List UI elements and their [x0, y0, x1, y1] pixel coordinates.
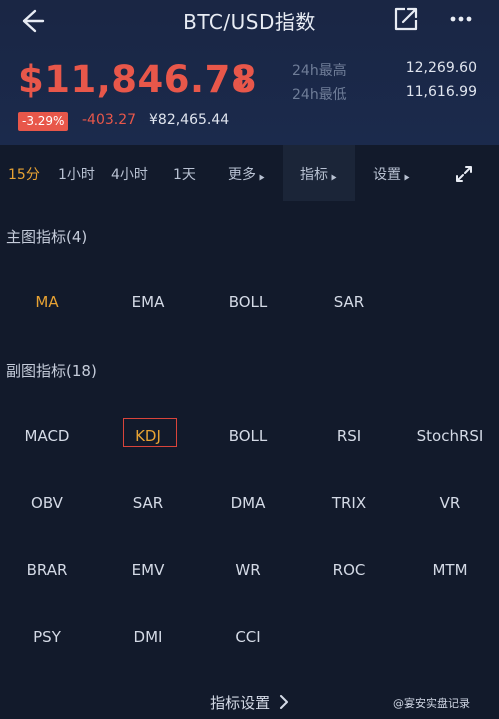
sub-indicators-title: 副图指标(18)	[6, 362, 97, 380]
page-title: BTC/USD指数	[183, 10, 316, 34]
indicator-boll-sub[interactable]: BOLL	[198, 427, 298, 445]
indicator-sar[interactable]: SAR	[299, 293, 399, 311]
price-value: $11,846.78	[18, 58, 258, 101]
chart-toolbar: 15分 1小时 4小时 1天 更多 指标 设置	[0, 145, 499, 201]
indicator-ma[interactable]: MA	[0, 293, 97, 311]
change-percent-badge: -3.29%	[18, 112, 69, 131]
down-arrow-icon	[234, 70, 248, 91]
indicator-sar-sub[interactable]: SAR	[98, 494, 198, 512]
nav-bar: BTC/USD指数	[0, 0, 499, 40]
more-dots-icon[interactable]	[446, 4, 476, 34]
tab-indicators-label: 指标	[300, 167, 328, 183]
indicator-obv[interactable]: OBV	[0, 494, 97, 512]
indicator-mtm[interactable]: MTM	[400, 561, 499, 579]
tab-indicators[interactable]: 指标	[300, 164, 337, 184]
change-amount: -403.27	[82, 112, 137, 128]
indicator-ema[interactable]: EMA	[98, 293, 198, 311]
tab-settings[interactable]: 设置	[373, 164, 410, 184]
indicator-boll[interactable]: BOLL	[198, 293, 298, 311]
tab-more-label: 更多	[228, 167, 256, 183]
indicator-stochrsi[interactable]: StochRSI	[400, 427, 499, 445]
indicator-dma[interactable]: DMA	[198, 494, 298, 512]
indicator-emv[interactable]: EMV	[98, 561, 198, 579]
high-value: 12,269.60	[405, 60, 477, 76]
indicator-macd[interactable]: MACD	[0, 427, 97, 445]
indicator-brar[interactable]: BRAR	[0, 561, 97, 579]
indicator-kdj[interactable]: KDJ	[98, 427, 198, 445]
cny-price: ¥82,465.44	[149, 112, 230, 128]
indicator-wr[interactable]: WR	[198, 561, 298, 579]
indicator-psy[interactable]: PSY	[0, 628, 97, 646]
tab-settings-label: 设置	[373, 167, 401, 183]
indicator-roc[interactable]: ROC	[299, 561, 399, 579]
caret-icon	[331, 174, 337, 181]
indicator-trix[interactable]: TRIX	[299, 494, 399, 512]
tab-more[interactable]: 更多	[228, 164, 265, 184]
indicator-cci[interactable]: CCI	[198, 628, 298, 646]
chevron-right-icon	[279, 695, 288, 709]
tab-1day[interactable]: 1天	[173, 164, 196, 184]
indicator-vr[interactable]: VR	[400, 494, 499, 512]
watermark: @宴安实盘记录	[393, 697, 470, 710]
caret-icon	[404, 174, 410, 181]
indicator-rsi[interactable]: RSI	[299, 427, 399, 445]
tab-4hour[interactable]: 4小时	[111, 164, 148, 184]
share-icon[interactable]	[391, 4, 421, 34]
tab-1hour[interactable]: 1小时	[58, 164, 95, 184]
header: BTC/USD指数 $11,846.78 -3.29% -403.27 ¥82,…	[0, 0, 499, 145]
expand-icon[interactable]	[455, 165, 473, 183]
low-value: 11,616.99	[405, 84, 477, 100]
caret-icon	[259, 174, 265, 181]
indicator-settings-label: 指标设置	[210, 694, 271, 712]
tab-15min[interactable]: 15分	[8, 164, 40, 184]
main-indicators-title: 主图指标(4)	[6, 228, 88, 246]
indicator-dmi[interactable]: DMI	[98, 628, 198, 646]
low-label: 24h最低	[292, 87, 347, 103]
high-label: 24h最高	[292, 63, 347, 79]
